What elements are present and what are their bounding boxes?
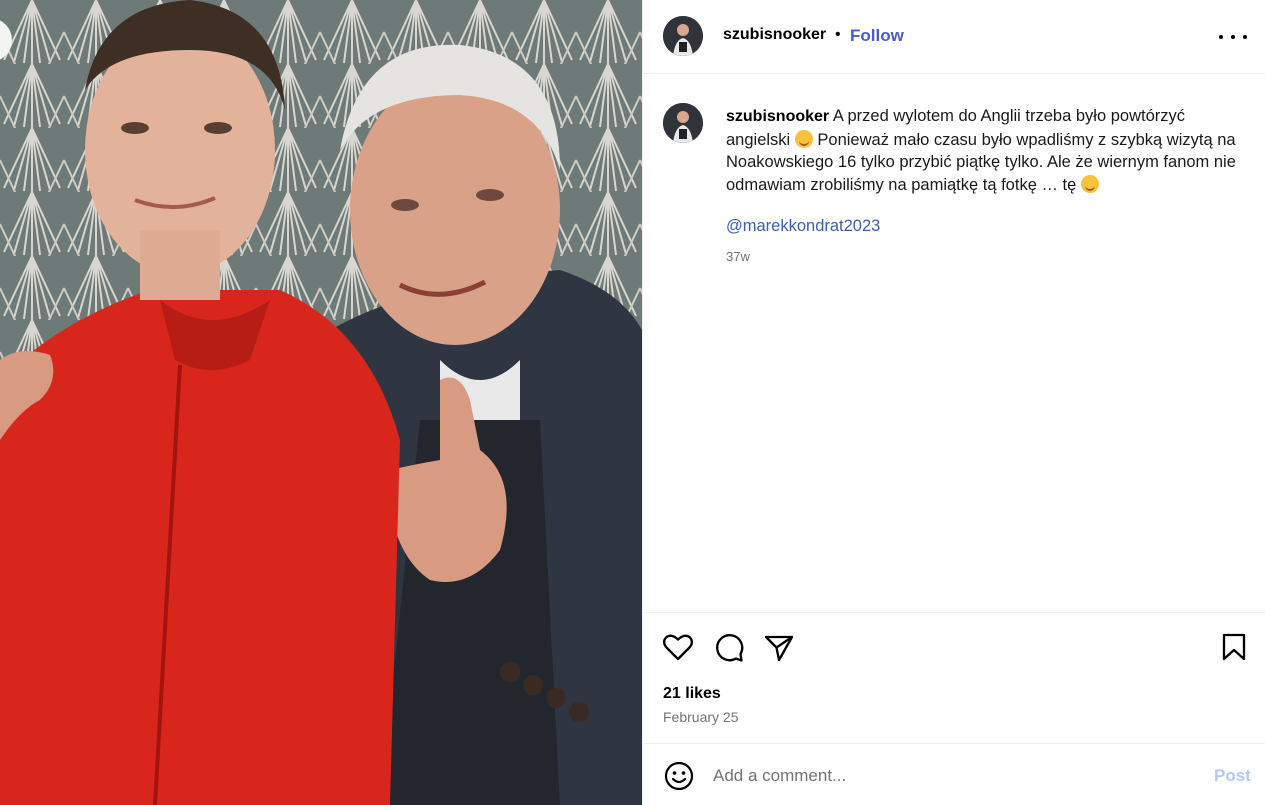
like-button[interactable] [662,633,694,666]
caption-area: szubisnooker A przed wylotem do Anglii t… [643,75,1265,612]
send-icon [764,635,794,662]
comment-input[interactable] [713,762,1173,790]
post-details-panel: szubisnooker • Follow szubisnooker A prz… [642,0,1265,805]
post-photo[interactable] [0,0,642,805]
heart-icon [662,634,694,661]
separator-dot: • [835,26,841,43]
caption-text: szubisnooker A przed wylotem do Anglii t… [726,105,1246,196]
save-button[interactable] [1222,633,1246,666]
more-dot [1243,35,1247,39]
photo-image [0,0,642,805]
share-button[interactable] [764,634,794,667]
more-options-button[interactable] [1219,28,1247,46]
avatar-image [663,103,703,143]
more-dot [1231,35,1235,39]
post-comment-button[interactable]: Post [1214,766,1251,786]
avatar-image [663,16,703,56]
angel-emoji-icon [794,129,813,148]
post-date: February 25 [663,709,739,725]
mention-link[interactable]: @marekkondrat2023 [726,217,880,236]
author-avatar[interactable] [663,16,703,56]
author-username[interactable]: szubisnooker [723,26,826,44]
comment-button[interactable] [714,633,744,668]
bookmark-icon [1222,633,1246,661]
post-header: szubisnooker • Follow [643,0,1265,74]
comment-bar: Post [643,743,1265,805]
smiley-icon [664,761,694,791]
post-actions: 21 likes February 25 [643,612,1265,743]
comment-icon [716,634,744,662]
likes-count[interactable]: 21 likes [663,685,721,703]
more-horizontal-icon [1219,35,1223,39]
smile-emoji-icon [1080,174,1099,193]
emoji-picker-button[interactable] [664,761,694,796]
post-dialog: szubisnooker • Follow szubisnooker A prz… [0,0,1265,805]
follow-button[interactable]: Follow [850,26,904,46]
caption-avatar[interactable] [663,103,703,143]
caption-username[interactable]: szubisnooker [726,108,829,125]
caption-time[interactable]: 37w [726,249,750,264]
